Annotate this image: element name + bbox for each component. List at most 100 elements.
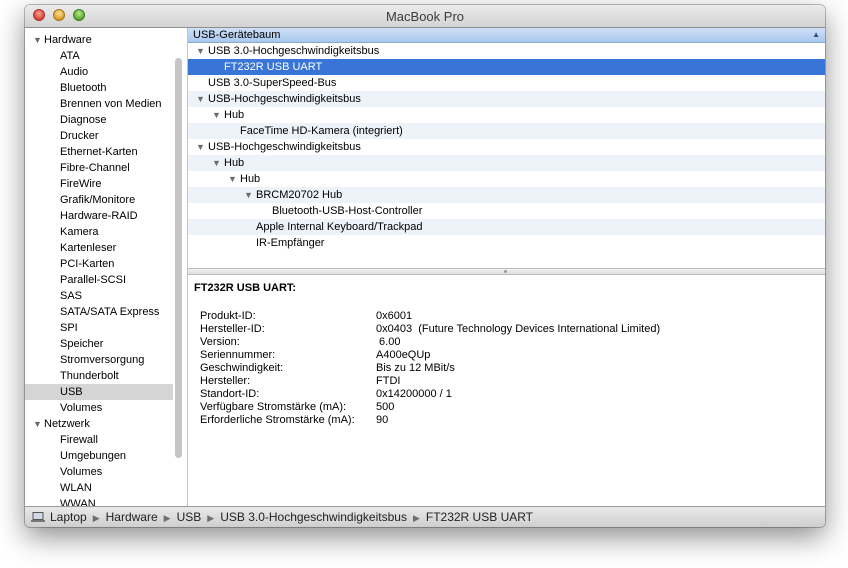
- sidebar-item-label: Audio: [60, 66, 89, 78]
- disclosure-triangle-icon[interactable]: ▼: [212, 107, 221, 123]
- sidebar-item[interactable]: Volumes: [25, 464, 173, 480]
- tree-row-label: Bluetooth-USB-Host-Controller: [272, 205, 423, 217]
- property-value: 0x14200000 / 1: [376, 388, 452, 400]
- breadcrumb-item[interactable]: USB 3.0-Hochgeschwindigkeitsbus: [220, 510, 407, 524]
- sidebar-item[interactable]: Ethernet-Karten: [25, 144, 173, 160]
- laptop-icon: [31, 512, 45, 522]
- sidebar-item[interactable]: Firewall: [25, 432, 173, 448]
- property-value: 0x0403 (Future Technology Devices Intern…: [376, 323, 661, 335]
- disclosure-triangle-icon[interactable]: ▼: [196, 139, 205, 155]
- sidebar-item-label: Hardware-RAID: [60, 210, 138, 222]
- sort-ascending-icon: ▲: [812, 30, 820, 39]
- tree-row[interactable]: FT232R USB UART: [188, 59, 825, 75]
- breadcrumb-item[interactable]: FT232R USB UART: [426, 510, 533, 524]
- sidebar-item[interactable]: Bluetooth: [25, 80, 173, 96]
- sidebar-scrollbar[interactable]: [175, 58, 182, 458]
- breadcrumb-separator-icon: ▶: [163, 513, 171, 523]
- property-value: 6.00: [376, 336, 401, 348]
- sidebar-item[interactable]: Fibre-Channel: [25, 160, 173, 176]
- disclosure-triangle-icon[interactable]: ▼: [196, 43, 205, 59]
- sidebar-item[interactable]: PCI-Karten: [25, 256, 173, 272]
- sidebar-item-label: FireWire: [60, 178, 102, 190]
- sidebar-item[interactable]: Parallel-SCSI: [25, 272, 173, 288]
- sidebar-item-label: ATA: [60, 50, 80, 62]
- sidebar-item[interactable]: Thunderbolt: [25, 368, 173, 384]
- tree-row-label: IR-Empfänger: [256, 237, 325, 249]
- pane-splitter[interactable]: [188, 268, 825, 275]
- breadcrumb-separator-icon: ▶: [92, 513, 100, 523]
- sidebar-item[interactable]: Audio: [25, 64, 173, 80]
- tree-row[interactable]: USB 3.0-SuperSpeed-Bus: [188, 75, 825, 91]
- sidebar-group-1[interactable]: ▼ Netzwerk: [25, 416, 173, 432]
- sidebar-item[interactable]: Volumes: [25, 400, 173, 416]
- property-value: A400eQUp: [376, 349, 431, 361]
- sidebar-item[interactable]: Kamera: [25, 224, 173, 240]
- sidebar-item[interactable]: SPI: [25, 320, 173, 336]
- tree-row-label: USB 3.0-Hochgeschwindigkeitsbus: [208, 45, 380, 57]
- disclosure-triangle-icon[interactable]: ▼: [196, 91, 205, 107]
- sidebar-item[interactable]: Hardware-RAID: [25, 208, 173, 224]
- breadcrumb-item[interactable]: Laptop: [50, 510, 87, 524]
- sidebar-item[interactable]: Speicher: [25, 336, 173, 352]
- disclosure-triangle-icon[interactable]: ▼: [244, 187, 253, 203]
- sidebar-item[interactable]: USB: [25, 384, 173, 400]
- sidebar-item[interactable]: WWAN: [25, 496, 173, 506]
- tree-row[interactable]: ▼ USB 3.0-Hochgeschwindigkeitsbus: [188, 43, 825, 59]
- tree-row[interactable]: IR-Empfänger: [188, 235, 825, 251]
- sidebar-item[interactable]: Stromversorgung: [25, 352, 173, 368]
- sidebar-item[interactable]: FireWire: [25, 176, 173, 192]
- sidebar-item[interactable]: SAS: [25, 288, 173, 304]
- disclosure-triangle-icon[interactable]: ▼: [212, 155, 221, 171]
- tree-row[interactable]: ▼ Hub: [188, 155, 825, 171]
- system-information-window: MacBook Pro ▼ Hardware ATA Audio Bluetooth Br…: [25, 5, 825, 527]
- property-value: 0x6001: [376, 310, 413, 322]
- sidebar-item[interactable]: Umgebungen: [25, 448, 173, 464]
- sidebar-item[interactable]: WLAN: [25, 480, 173, 496]
- sidebar-item-label: Ethernet-Karten: [60, 146, 138, 158]
- sidebar-group-0[interactable]: ▼ Hardware: [25, 32, 173, 48]
- tree-row[interactable]: FaceTime HD-Kamera (integriert): [188, 123, 825, 139]
- status-bar: Laptop ▶ Hardware ▶ USB ▶ USB 3.0-Hochgeschwin…: [25, 506, 825, 527]
- sidebar-item[interactable]: ATA: [25, 48, 173, 64]
- disclosure-triangle-icon[interactable]: ▼: [228, 171, 237, 187]
- title-bar[interactable]: MacBook Pro: [25, 5, 825, 28]
- tree-row[interactable]: Bluetooth-USB-Host-Controller: [188, 203, 825, 219]
- sidebar-item[interactable]: Kartenleser: [25, 240, 173, 256]
- sidebar-item-label: Diagnose: [60, 114, 107, 126]
- breadcrumb-item[interactable]: Hardware: [106, 510, 158, 524]
- breadcrumb-item[interactable]: USB: [177, 510, 202, 524]
- sidebar-item-label: Kamera: [60, 226, 99, 238]
- sidebar-item-label: Drucker: [60, 130, 99, 142]
- disclosure-triangle-icon[interactable]: ▼: [33, 32, 42, 48]
- breadcrumb: Laptop ▶ Hardware ▶ USB ▶ USB 3.0-Hochgeschwin…: [50, 507, 533, 527]
- splitter-grip-icon: [504, 270, 507, 273]
- property-label: Standort-ID:: [200, 388, 260, 400]
- tree-row[interactable]: ▼ USB-Hochgeschwindigkeitsbus: [188, 139, 825, 155]
- tree-row-label: Hub: [224, 157, 245, 169]
- property-value: 90: [376, 414, 389, 426]
- property-label: Seriennummer:: [200, 349, 276, 361]
- sidebar-item[interactable]: Diagnose: [25, 112, 173, 128]
- sidebar-item-label: SATA/SATA Express: [60, 306, 160, 318]
- disclosure-triangle-icon[interactable]: ▼: [33, 416, 42, 432]
- tree-row[interactable]: ▼ Hub: [188, 171, 825, 187]
- property-value: FTDI: [376, 375, 401, 387]
- property-label: Verfügbare Stromstärke (mA):: [200, 401, 347, 413]
- sidebar-item-label: Umgebungen: [60, 450, 127, 462]
- sidebar-item[interactable]: Grafik/Monitore: [25, 192, 173, 208]
- tree-row-label: Apple Internal Keyboard/Trackpad: [256, 221, 423, 233]
- tree-row[interactable]: ▼ BRCM20702 Hub: [188, 187, 825, 203]
- property-label: Hersteller-ID:: [200, 323, 265, 335]
- tree-row-label: Hub: [240, 173, 261, 185]
- property-label: Version:: [200, 336, 240, 348]
- sidebar-item[interactable]: Drucker: [25, 128, 173, 144]
- sidebar-item-label: WWAN: [60, 498, 96, 506]
- tree-row[interactable]: ▼ USB-Hochgeschwindigkeitsbus: [188, 91, 825, 107]
- tree-row[interactable]: Apple Internal Keyboard/Trackpad: [188, 219, 825, 235]
- sidebar-item[interactable]: Brennen von Medien: [25, 96, 173, 112]
- sidebar-item-label: Volumes: [60, 466, 103, 478]
- tree-column-header[interactable]: USB-Gerätebaum ▲: [188, 28, 825, 43]
- sidebar-item-label: Bluetooth: [60, 82, 107, 94]
- sidebar-item[interactable]: SATA/SATA Express: [25, 304, 173, 320]
- tree-row[interactable]: ▼ Hub: [188, 107, 825, 123]
